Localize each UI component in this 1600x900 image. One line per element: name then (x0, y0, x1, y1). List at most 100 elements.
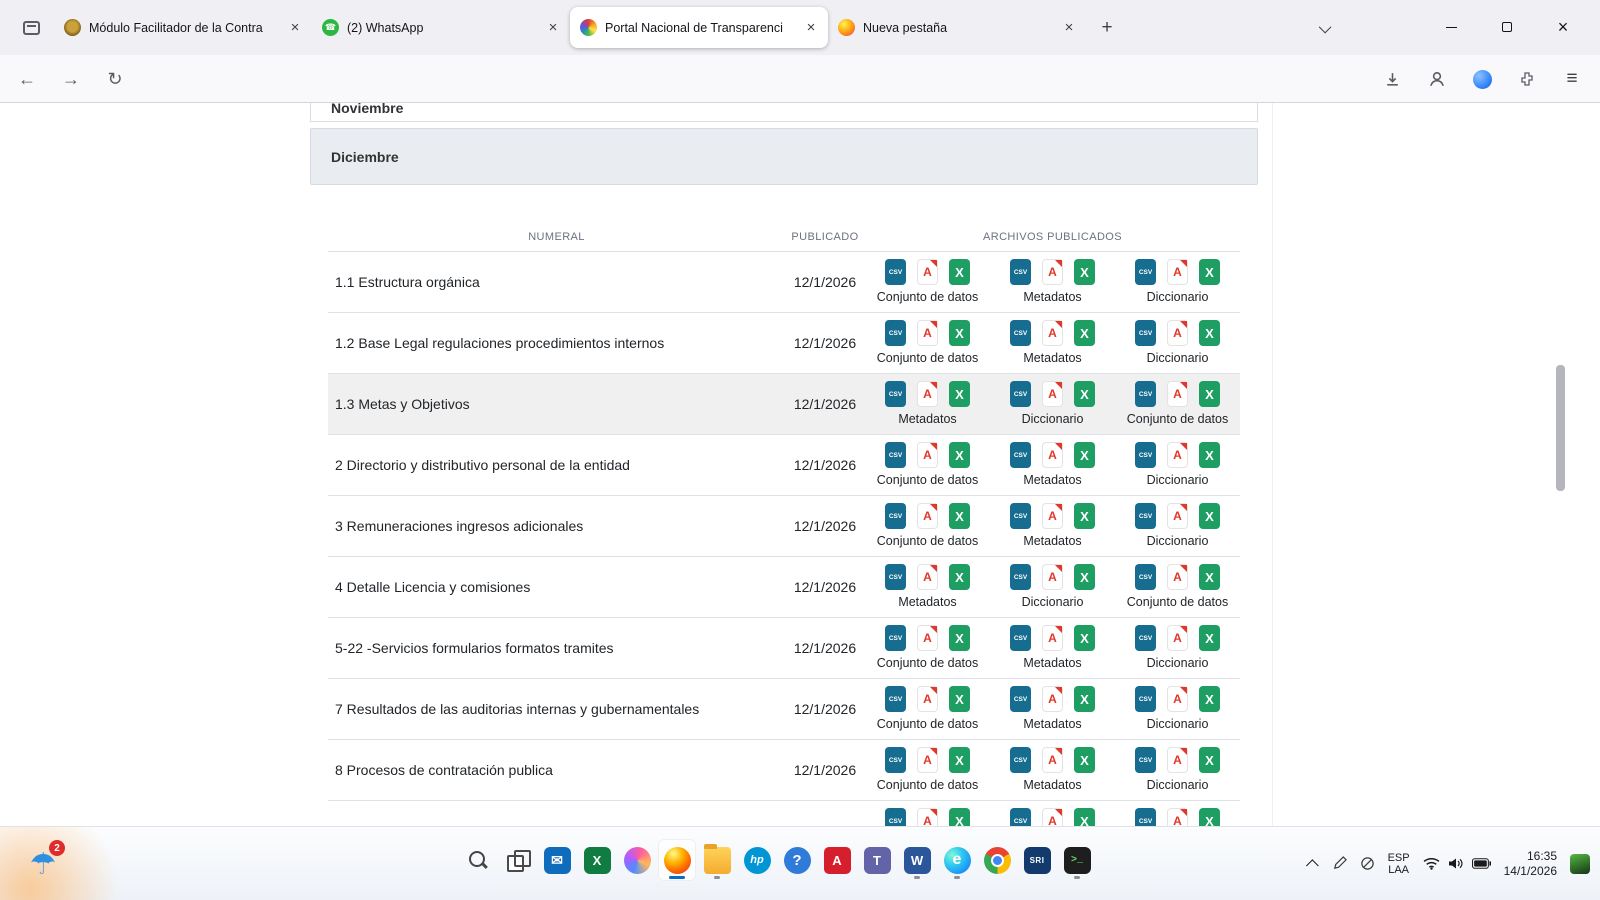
csv-file-icon[interactable]: CSV (1135, 686, 1156, 712)
help-taskbar-button[interactable]: ? (778, 839, 816, 881)
xls-file-icon[interactable]: X (1199, 320, 1220, 346)
csv-file-icon[interactable]: CSV (1135, 808, 1156, 826)
pdf-file-icon[interactable]: A (1167, 564, 1188, 590)
vertical-scrollbar-thumb[interactable] (1556, 365, 1565, 491)
csv-file-icon[interactable]: CSV (885, 564, 906, 590)
pdf-file-icon[interactable]: A (1042, 747, 1063, 773)
outlook-taskbar-button[interactable]: ✉ (538, 839, 576, 881)
xls-file-icon[interactable]: X (949, 747, 970, 773)
language-indicator[interactable]: ESP LAA (1388, 852, 1410, 876)
xls-file-icon[interactable]: X (1074, 259, 1095, 285)
csv-file-icon[interactable]: CSV (885, 503, 906, 529)
search-taskbar-button[interactable] (458, 839, 496, 881)
hp-taskbar-button[interactable]: hp (738, 839, 776, 881)
xls-file-icon[interactable]: X (949, 503, 970, 529)
minimize-button[interactable] (1436, 12, 1466, 42)
csv-file-icon[interactable]: CSV (1135, 259, 1156, 285)
csv-file-icon[interactable]: CSV (1010, 442, 1031, 468)
csv-file-icon[interactable]: CSV (1135, 503, 1156, 529)
back-button[interactable]: ← (10, 62, 44, 96)
xls-file-icon[interactable]: X (1199, 381, 1220, 407)
tab-nueva-pestana[interactable]: Nueva pestaña × (828, 7, 1086, 48)
csv-file-icon[interactable]: CSV (1010, 564, 1031, 590)
xls-file-icon[interactable]: X (1074, 625, 1095, 651)
xls-file-icon[interactable]: X (1199, 564, 1220, 590)
pdf-file-icon[interactable]: A (917, 625, 938, 651)
pdf-file-icon[interactable]: A (1042, 259, 1063, 285)
menu-button[interactable]: ≡ (1558, 65, 1586, 93)
csv-file-icon[interactable]: CSV (885, 808, 906, 826)
reload-button[interactable]: ↻ (98, 62, 132, 96)
xls-file-icon[interactable]: X (949, 808, 970, 826)
csv-file-icon[interactable]: CSV (1010, 503, 1031, 529)
xls-file-icon[interactable]: X (949, 442, 970, 468)
pdf-file-icon[interactable]: A (917, 564, 938, 590)
xls-file-icon[interactable]: X (949, 259, 970, 285)
close-tab-icon[interactable]: × (542, 17, 564, 39)
xls-file-icon[interactable]: X (1199, 686, 1220, 712)
csv-file-icon[interactable]: CSV (885, 442, 906, 468)
pdf-file-icon[interactable]: A (1167, 320, 1188, 346)
excel-taskbar-button[interactable]: X (578, 839, 616, 881)
csv-file-icon[interactable]: CSV (1010, 686, 1031, 712)
xls-file-icon[interactable]: X (1199, 808, 1220, 826)
pdf-file-icon[interactable]: A (917, 503, 938, 529)
tab-modulo-facilitador[interactable]: Módulo Facilitador de la Contra × (54, 7, 312, 48)
xls-file-icon[interactable]: X (1074, 747, 1095, 773)
xls-file-icon[interactable]: X (949, 625, 970, 651)
pdf-file-icon[interactable]: A (1167, 747, 1188, 773)
csv-file-icon[interactable]: CSV (1010, 625, 1031, 651)
sri-taskbar-button[interactable]: SRI (1018, 839, 1056, 881)
new-tab-button[interactable]: + (1092, 13, 1122, 43)
list-all-tabs-button[interactable] (1312, 14, 1340, 42)
xls-file-icon[interactable]: X (949, 320, 970, 346)
system-status-icons[interactable] (1423, 857, 1491, 870)
pdf-file-icon[interactable]: A (1167, 381, 1188, 407)
tray-app-icon[interactable] (1570, 854, 1590, 874)
xls-file-icon[interactable]: X (1199, 503, 1220, 529)
pdf-file-icon[interactable]: A (1042, 442, 1063, 468)
xls-file-icon[interactable]: X (949, 381, 970, 407)
csv-file-icon[interactable]: CSV (1135, 564, 1156, 590)
taskbar-clock[interactable]: 16:35 14/1/2026 (1504, 849, 1557, 879)
chrome-taskbar-button[interactable] (978, 839, 1016, 881)
xls-file-icon[interactable]: X (1199, 625, 1220, 651)
hidden-icons-button[interactable] (1310, 859, 1319, 868)
xls-file-icon[interactable]: X (949, 686, 970, 712)
close-tab-icon[interactable]: × (1058, 17, 1080, 39)
xls-file-icon[interactable]: X (1199, 747, 1220, 773)
file-explorer-taskbar-button[interactable] (698, 839, 736, 881)
csv-file-icon[interactable]: CSV (1010, 808, 1031, 826)
csv-file-icon[interactable]: CSV (885, 259, 906, 285)
xls-file-icon[interactable]: X (1074, 564, 1095, 590)
pdf-file-icon[interactable]: A (917, 259, 938, 285)
csv-file-icon[interactable]: CSV (885, 747, 906, 773)
xls-file-icon[interactable]: X (1074, 381, 1095, 407)
pdf-file-icon[interactable]: A (1042, 564, 1063, 590)
csv-file-icon[interactable]: CSV (885, 686, 906, 712)
pdf-file-icon[interactable]: A (1042, 503, 1063, 529)
extension-blue-sphere-icon[interactable] (1468, 65, 1496, 93)
weather-widget[interactable]: ☂ 2 (18, 839, 68, 889)
csv-file-icon[interactable]: CSV (1010, 320, 1031, 346)
acrobat-taskbar-button[interactable]: A (818, 839, 856, 881)
pdf-file-icon[interactable]: A (1042, 808, 1063, 826)
csv-file-icon[interactable]: CSV (1135, 625, 1156, 651)
csv-file-icon[interactable]: CSV (1010, 747, 1031, 773)
tab-whatsapp[interactable]: ☎ (2) WhatsApp × (312, 7, 570, 48)
accordion-diciembre[interactable]: Diciembre (310, 128, 1258, 185)
xls-file-icon[interactable]: X (1199, 442, 1220, 468)
xls-file-icon[interactable]: X (1074, 808, 1095, 826)
accordion-noviembre[interactable]: Noviembre (310, 103, 1258, 122)
firefox-taskbar-button[interactable] (658, 839, 696, 881)
xls-file-icon[interactable]: X (1074, 442, 1095, 468)
csv-file-icon[interactable]: CSV (1135, 320, 1156, 346)
account-button[interactable] (1423, 65, 1451, 93)
start-taskbar-button[interactable] (418, 839, 456, 881)
forward-button[interactable]: → (54, 62, 88, 96)
maximize-button[interactable] (1492, 12, 1522, 42)
edge-taskbar-button[interactable]: e (938, 839, 976, 881)
xls-file-icon[interactable]: X (1074, 686, 1095, 712)
pdf-file-icon[interactable]: A (1167, 259, 1188, 285)
csv-file-icon[interactable]: CSV (1135, 747, 1156, 773)
